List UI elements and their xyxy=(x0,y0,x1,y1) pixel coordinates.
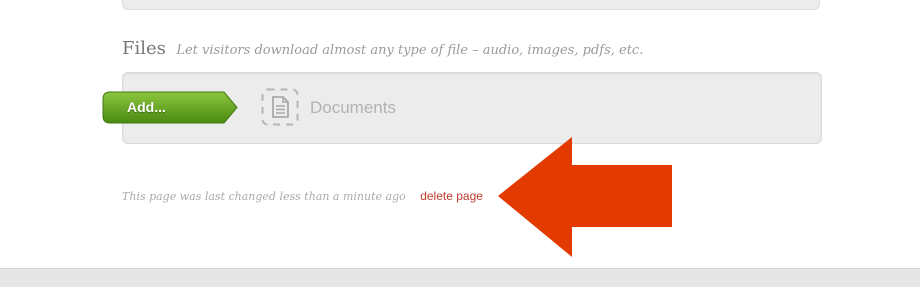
add-button-label: Add... xyxy=(127,99,166,115)
files-title: Files xyxy=(122,38,166,59)
last-changed-text: This page was last changed less than a m… xyxy=(122,190,406,203)
delete-page-link[interactable]: delete page xyxy=(420,189,483,203)
page-footer: This page was last changed less than a m… xyxy=(122,187,483,205)
files-heading: Files Let visitors download almost any t… xyxy=(122,38,643,59)
files-description: Let visitors download almost any type of… xyxy=(176,43,644,58)
documents-label: Documents xyxy=(310,98,396,117)
bottom-bar xyxy=(0,268,920,287)
document-icon xyxy=(261,88,299,126)
previous-section-panel xyxy=(122,0,820,10)
add-button-shape xyxy=(102,91,238,124)
arrow-left-icon xyxy=(496,135,676,264)
add-file-button[interactable]: Add... xyxy=(102,91,238,124)
